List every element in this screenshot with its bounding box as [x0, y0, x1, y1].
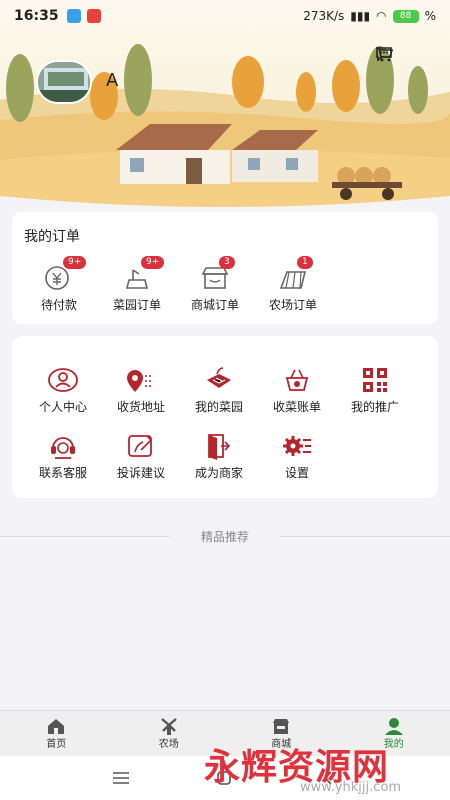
- status-time: 16:35: [14, 8, 59, 24]
- location-icon: [125, 366, 157, 394]
- service-label: 联系客服: [38, 466, 87, 480]
- status-bar: 16:35 273K/s ▮▮▮ ◠ 88 %: [0, 0, 450, 32]
- badge: 9+: [141, 256, 165, 269]
- service-promotion[interactable]: 我的推广: [336, 366, 414, 415]
- order-label: 菜园订单: [112, 298, 161, 312]
- garden-bed-icon: [203, 366, 235, 394]
- service-settings[interactable]: 设置: [258, 432, 336, 481]
- battery-percent-label: %: [424, 9, 436, 23]
- service-harvest-bill[interactable]: 收菜账单: [258, 366, 336, 415]
- watermark-url: www.yhkjjj.com: [300, 780, 402, 795]
- signal-icon: ▮▮▮: [350, 9, 371, 23]
- battery-icon: 88: [392, 9, 419, 23]
- recommend-divider: 精品推荐: [0, 528, 450, 544]
- service-label: 我的菜园: [194, 400, 243, 414]
- wallet-yen-icon: 9+: [43, 256, 87, 292]
- service-label: 成为商家: [194, 466, 243, 480]
- service-complaint[interactable]: 投诉建议: [102, 432, 180, 481]
- badge: 1: [297, 256, 313, 269]
- farm-field-icon: 1: [277, 256, 313, 292]
- merchant-door-icon: [203, 432, 235, 460]
- network-speed: 273K/s: [303, 9, 345, 23]
- service-my-garden[interactable]: 我的菜园: [180, 366, 258, 415]
- order-label: 待付款: [40, 298, 77, 312]
- app-notification-icon: [86, 9, 101, 23]
- service-label: 投诉建议: [116, 466, 165, 480]
- store-icon: [273, 719, 290, 734]
- order-garden[interactable]: 9+ 菜园订单: [98, 256, 176, 313]
- recommend-title: 精品推荐: [200, 530, 249, 544]
- gear-icon: [281, 432, 313, 460]
- windmill-icon: [160, 718, 177, 735]
- person-icon: [47, 366, 79, 394]
- username[interactable]: A: [106, 70, 118, 91]
- order-farm[interactable]: 1 农场订单: [254, 256, 332, 313]
- telegram-icon: [66, 9, 81, 23]
- qrcode-icon: [359, 366, 391, 394]
- orders-card: 我的订单 9+ 待付款 9+ 菜园订单 3 商城订单 1 农场订单: [12, 212, 438, 324]
- tab-home[interactable]: 首页: [0, 711, 113, 756]
- order-shop[interactable]: 3 商城订单: [176, 256, 254, 313]
- basket-icon: [281, 366, 313, 394]
- complaint-icon: [125, 432, 157, 460]
- user-icon: [384, 718, 403, 735]
- badge: 9+: [63, 256, 87, 269]
- headset-icon: [47, 432, 79, 460]
- service-become-merchant[interactable]: 成为商家: [180, 432, 258, 481]
- wifi-icon: ◠: [376, 9, 387, 23]
- service-address[interactable]: 收货地址: [102, 366, 180, 415]
- services-card: 个人中心 收货地址 我的菜园 收菜账单 我的推广 联系客服 投诉建议 成为商家 …: [12, 336, 438, 498]
- service-label: 收货地址: [116, 400, 165, 414]
- tab-label: 首页: [46, 739, 67, 750]
- service-label: 收菜账单: [272, 400, 321, 414]
- badge: 3: [219, 256, 235, 269]
- garden-shovel-icon: 9+: [121, 256, 165, 292]
- avatar[interactable]: [36, 60, 92, 104]
- cart-icon[interactable]: [376, 44, 428, 64]
- service-personal-center[interactable]: 个人中心: [24, 366, 102, 415]
- service-label: 设置: [284, 466, 309, 480]
- menu-icon[interactable]: [112, 770, 130, 789]
- order-label: 商城订单: [190, 298, 239, 312]
- home-icon: [48, 719, 65, 734]
- order-pending-payment[interactable]: 9+ 待付款: [20, 256, 98, 313]
- tab-label: 农场: [158, 739, 179, 750]
- service-label: 个人中心: [38, 400, 87, 414]
- shop-icon: 3: [199, 256, 235, 292]
- order-label: 农场订单: [268, 298, 317, 312]
- service-customer-support[interactable]: 联系客服: [24, 432, 102, 481]
- orders-title: 我的订单: [24, 229, 80, 245]
- service-label: 我的推广: [350, 400, 399, 414]
